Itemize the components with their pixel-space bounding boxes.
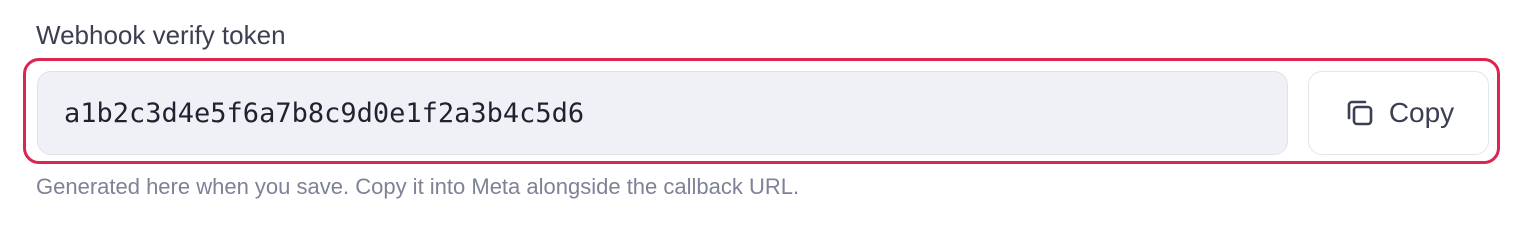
copy-button-label: Copy	[1388, 97, 1455, 128]
webhook-verify-token-field: Webhook verify token a1b2c3d4e5f6a7b8c9d…	[0, 0, 1529, 218]
helper-text: Generated here when you save. Copy it in…	[36, 174, 800, 199]
field-label: Webhook verify token	[36, 20, 286, 50]
copy-icon	[1343, 96, 1377, 130]
verify-token-input[interactable]: a1b2c3d4e5f6a7b8c9d0e1f2a3b4c5d6	[37, 71, 1288, 155]
copy-button[interactable]: Copy	[1308, 71, 1489, 155]
